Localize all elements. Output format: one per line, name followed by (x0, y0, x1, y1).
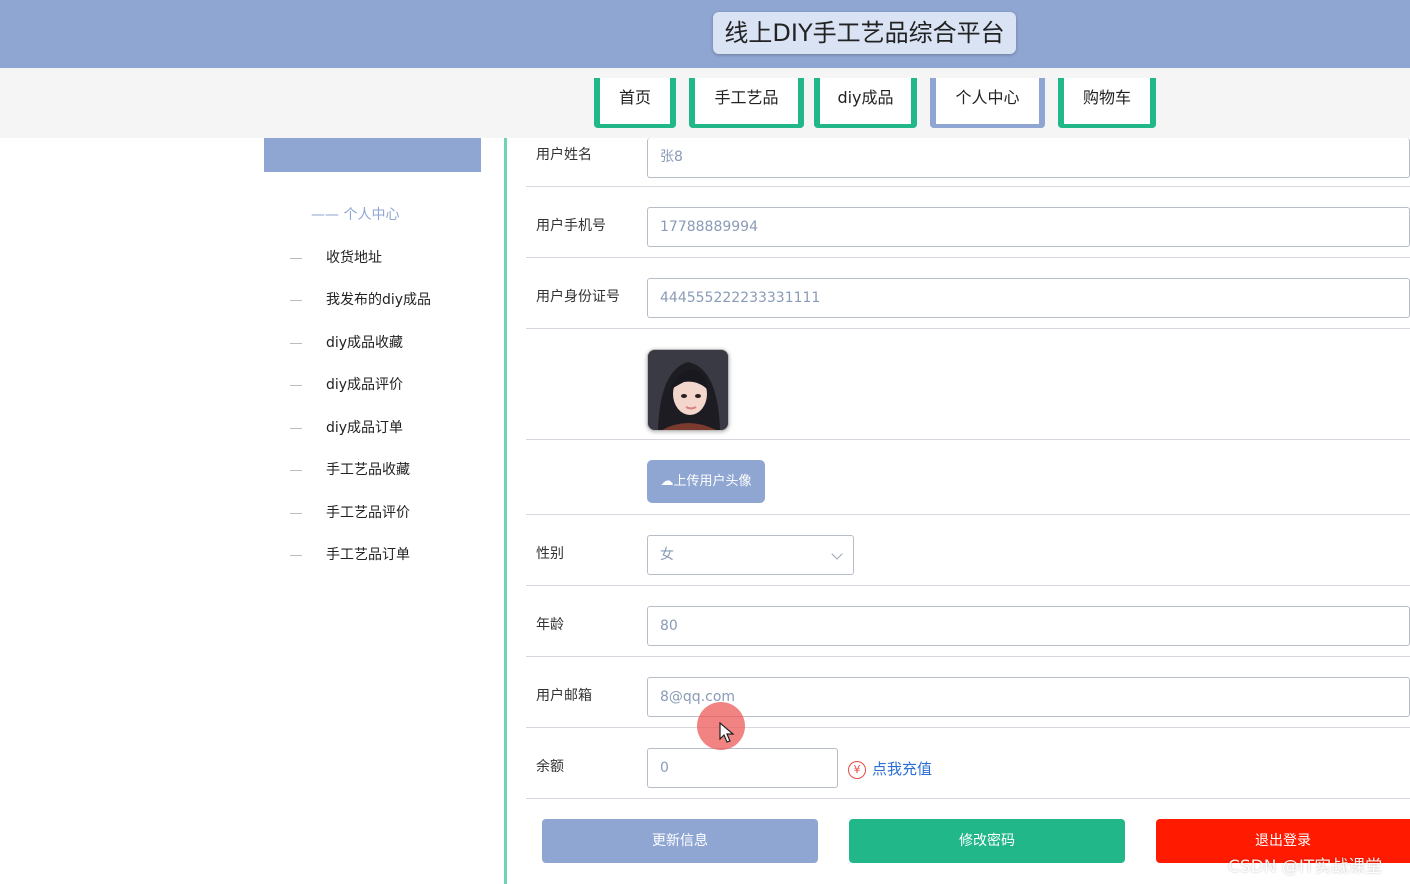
dash-icon (290, 342, 302, 344)
update-info-button[interactable]: 更新信息 (542, 819, 818, 863)
dash-icon (290, 299, 302, 301)
sidebar-item-label: 手工艺品订单 (326, 547, 410, 563)
row-divider (526, 439, 1410, 440)
email-field[interactable]: 8@qq.com (647, 677, 1410, 717)
age-label: 年龄 (536, 617, 564, 633)
recharge-link[interactable]: ¥ 点我充值 (848, 758, 932, 779)
dash-icon (290, 257, 302, 259)
age-field[interactable]: 80 (647, 606, 1410, 646)
row-divider (526, 257, 1410, 258)
dash-icon (290, 512, 302, 514)
row-divider (526, 186, 1410, 187)
row-divider (526, 656, 1410, 657)
sidebar-item-label: diy成品订单 (326, 420, 404, 436)
row-divider (526, 727, 1410, 728)
name-field[interactable]: 张8 (647, 138, 1410, 178)
nav-cart[interactable]: 购物车 (1058, 78, 1156, 128)
chevron-down-icon (831, 548, 843, 560)
sidebar-item-label: 手工艺品评价 (326, 505, 410, 521)
row-divider (526, 328, 1410, 329)
sidebar-title: —— 个人中心 (311, 207, 400, 223)
id-card-field[interactable]: 444555222233331111 (647, 278, 1410, 318)
dash-icon (290, 384, 302, 386)
sidebar-item-craft-orders[interactable]: 手工艺品订单 (290, 544, 410, 564)
nav-handicrafts[interactable]: 手工艺品 (689, 78, 804, 128)
gender-select[interactable]: 女 (647, 535, 854, 575)
cloud-upload-icon: ☁ (660, 474, 674, 489)
sidebar-item-label: diy成品评价 (326, 377, 404, 393)
phone-field[interactable]: 17788889994 (647, 207, 1410, 247)
sidebar-item-label: 我发布的diy成品 (326, 292, 432, 308)
sidebar-item-my-diy[interactable]: 我发布的diy成品 (290, 289, 431, 309)
sidebar-item-diy-reviews[interactable]: diy成品评价 (290, 374, 403, 394)
name-label: 用户姓名 (536, 147, 592, 163)
sidebar-item-label: 手工艺品收藏 (326, 462, 410, 478)
row-divider (526, 514, 1410, 515)
sidebar-item-diy-favorites[interactable]: diy成品收藏 (290, 332, 403, 352)
watermark: CSDN @IT实战课堂 (1228, 857, 1383, 877)
balance-field[interactable]: 0 (647, 748, 838, 788)
user-avatar (647, 349, 729, 431)
sidebar-header-block (264, 138, 481, 172)
upload-avatar-button[interactable]: ☁上传用户头像 (647, 460, 765, 503)
dash-icon (290, 554, 302, 556)
row-divider (526, 585, 1410, 586)
dash-icon (290, 427, 302, 429)
change-password-button[interactable]: 修改密码 (849, 819, 1125, 863)
content-divider (504, 138, 507, 884)
top-header-bar (0, 0, 1410, 68)
nav-home[interactable]: 首页 (594, 78, 676, 128)
sidebar-item-label: 收货地址 (326, 250, 382, 266)
dash-icon (290, 469, 302, 471)
row-divider (526, 798, 1410, 799)
email-label: 用户邮箱 (536, 688, 592, 704)
gender-label: 性别 (536, 546, 564, 562)
nav-personal-center[interactable]: 个人中心 (930, 78, 1045, 128)
yen-icon: ¥ (848, 760, 866, 779)
balance-label: 余额 (536, 759, 564, 775)
sidebar-item-label: diy成品收藏 (326, 335, 404, 351)
mouse-pointer-icon (719, 722, 735, 743)
sidebar-item-diy-orders[interactable]: diy成品订单 (290, 417, 403, 437)
sidebar-item-craft-favorites[interactable]: 手工艺品收藏 (290, 459, 410, 479)
id-card-label: 用户身份证号 (536, 289, 620, 305)
nav-diy-products[interactable]: diy成品 (814, 78, 917, 128)
phone-label: 用户手机号 (536, 218, 606, 234)
sidebar-item-craft-reviews[interactable]: 手工艺品评价 (290, 502, 410, 522)
sidebar-item-address[interactable]: 收货地址 (290, 247, 382, 267)
site-title: 线上DIY手工艺品综合平台 (713, 12, 1016, 54)
